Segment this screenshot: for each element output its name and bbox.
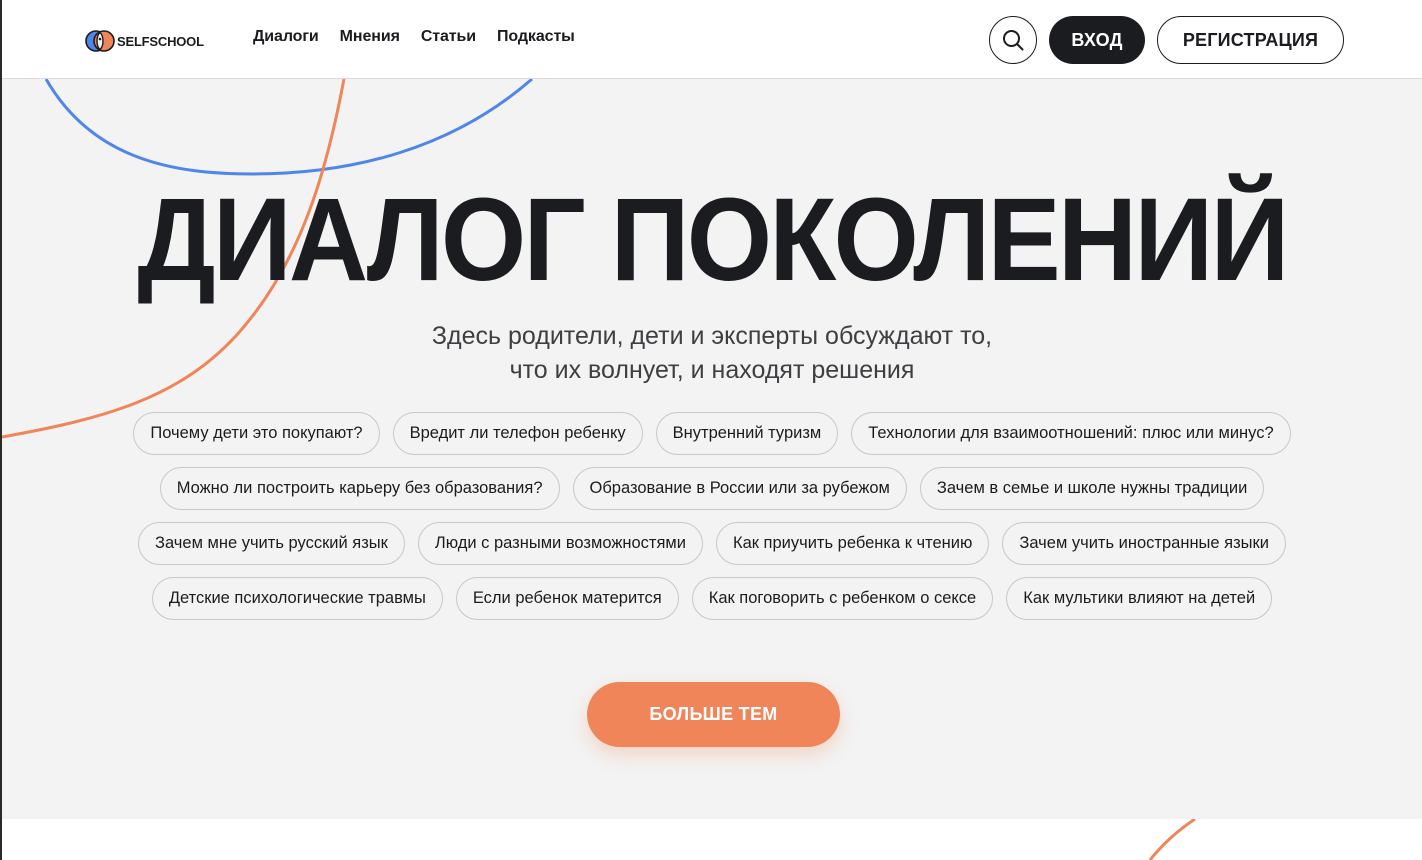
topic-row: Можно ли построить карьеру без образован… <box>159 467 1265 510</box>
topic-chip[interactable]: Зачем мне учить русский язык <box>138 522 405 565</box>
register-button[interactable]: РЕГИСТРАЦИЯ <box>1157 16 1344 64</box>
topic-chips: Почему дети это покупают? Вредит ли теле… <box>52 412 1372 620</box>
topic-chip[interactable]: Если ребенок матерится <box>455 577 679 620</box>
topic-chip[interactable]: Как мультики влияют на детей <box>1006 577 1273 620</box>
topic-chip[interactable]: Люди с разными возможностями <box>417 522 703 565</box>
nav-item-dialogs[interactable]: Диалоги <box>253 28 319 46</box>
site-header: SELFSCHOOL Диалоги Мнения Статьи Подкаст… <box>2 0 1422 79</box>
nav-item-articles[interactable]: Статьи <box>421 28 476 46</box>
search-button[interactable] <box>989 16 1037 64</box>
topic-chip[interactable]: Вредит ли телефон ребенку <box>392 412 643 455</box>
logo[interactable]: SELFSCHOOL <box>85 27 204 55</box>
topic-row: Детские психологические травмы Если ребе… <box>151 577 1273 620</box>
topic-chip[interactable]: Как приучить ребенка к чтению <box>715 522 990 565</box>
topic-chip[interactable]: Как поговорить с ребенком о сексе <box>691 577 994 620</box>
nav-item-podcasts[interactable]: Подкасты <box>497 28 575 46</box>
topic-chip[interactable]: Внутренний туризм <box>655 412 839 455</box>
search-icon <box>1003 30 1024 51</box>
logo-text: SELFSCHOOL <box>117 33 204 49</box>
bottom-decorative-line <box>1148 819 1196 860</box>
topic-chip[interactable]: Зачем учить иностранные языки <box>1002 522 1286 565</box>
more-topics-button[interactable]: БОЛЬШЕ ТЕМ <box>587 682 840 747</box>
blue-arc <box>44 79 533 176</box>
topic-row: Зачем мне учить русский язык Люди с разн… <box>138 522 1286 565</box>
topic-chip[interactable]: Почему дети это покупают? <box>133 412 380 455</box>
hero-section: ДИАЛОГ ПОКОЛЕНИЙ Здесь родители, дети и … <box>2 79 1422 819</box>
subtitle-line-1: Здесь родители, дети и эксперты обсуждаю… <box>431 322 993 350</box>
topic-row: Почему дети это покупают? Вредит ли теле… <box>133 412 1291 455</box>
login-button[interactable]: ВХОД <box>1049 16 1145 64</box>
topic-chip[interactable]: Образование в России или за рубежом <box>572 467 907 510</box>
topic-chip[interactable]: Детские психологические травмы <box>151 577 443 620</box>
logo-icon <box>85 30 115 52</box>
hero-subtitle: Здесь родители, дети и эксперты обсуждаю… <box>312 319 1112 387</box>
topic-chip[interactable]: Можно ли построить карьеру без образован… <box>159 467 560 510</box>
page-title: ДИАЛОГ ПОКОЛЕНИЙ <box>137 174 1289 306</box>
nav-item-opinions[interactable]: Мнения <box>340 28 400 46</box>
topic-chip[interactable]: Зачем в семье и школе нужны традиции <box>919 467 1265 510</box>
subtitle-line-2: что их волнует, и находят решения <box>509 356 915 384</box>
topic-chip[interactable]: Технологии для взаимоотношений: плюс или… <box>851 412 1291 455</box>
main-nav: Диалоги Мнения Статьи Подкасты <box>253 28 575 46</box>
